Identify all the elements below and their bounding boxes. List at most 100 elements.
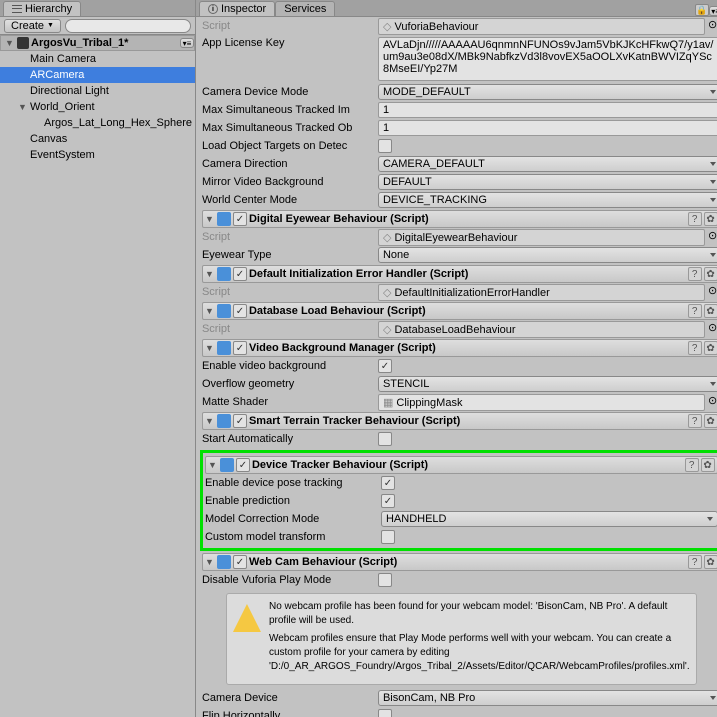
tab-inspector[interactable]: i Inspector: [199, 1, 275, 16]
tree-item-arcamera[interactable]: ARCamera: [0, 67, 195, 83]
tree-item-world-orient[interactable]: ▼ World_Orient: [0, 99, 195, 115]
component-enable-checkbox[interactable]: ✓: [233, 555, 247, 569]
enable-pose-checkbox[interactable]: ✓: [381, 476, 395, 490]
script-icon: [217, 267, 231, 281]
label: Matte Shader: [202, 396, 374, 408]
component-enable-checkbox[interactable]: ✓: [233, 304, 247, 318]
expand-arrow-icon[interactable]: ▼: [5, 38, 15, 48]
gear-icon[interactable]: ✿: [701, 458, 715, 472]
enable-video-bg-checkbox[interactable]: ✓: [378, 359, 392, 373]
script-field: ◇ DatabaseLoadBehaviour: [378, 321, 705, 338]
tab-label: Hierarchy: [25, 3, 72, 15]
hierarchy-panel: Hierarchy Create ▼ ▼ ArgosVu_Tribal_1* ▾…: [0, 0, 196, 717]
component-enable-checkbox[interactable]: ✓: [233, 414, 247, 428]
start-auto-checkbox[interactable]: [378, 432, 392, 446]
help-icon[interactable]: ?: [688, 341, 702, 355]
foldout-arrow-icon[interactable]: ▼: [205, 214, 215, 224]
hierarchy-tree[interactable]: ▼ ArgosVu_Tribal_1* ▾≡ Main Camera ARCam…: [0, 35, 195, 717]
gear-icon[interactable]: ✿: [704, 555, 717, 569]
help-icon[interactable]: ?: [688, 304, 702, 318]
hierarchy-icon: [12, 4, 22, 14]
object-picker-icon[interactable]: ⊙: [705, 284, 717, 301]
help-icon[interactable]: ?: [688, 212, 702, 226]
camera-direction-dropdown[interactable]: CAMERA_DEFAULT: [378, 156, 717, 172]
lock-icon[interactable]: 🔒: [695, 4, 709, 16]
component-header-digital-eyewear[interactable]: ▼ ✓ Digital Eyewear Behaviour (Script) ?…: [202, 210, 717, 228]
foldout-arrow-icon[interactable]: ▼: [208, 460, 218, 470]
component-enable-checkbox[interactable]: ✓: [233, 341, 247, 355]
enable-prediction-checkbox[interactable]: ✓: [381, 494, 395, 508]
script-icon: [217, 555, 231, 569]
matte-shader-field[interactable]: ▦ ClippingMask: [378, 394, 705, 411]
component-header-database-load[interactable]: ▼ ✓ Database Load Behaviour (Script) ? ✿: [202, 302, 717, 320]
label: Enable device pose tracking: [205, 477, 377, 489]
tree-root[interactable]: ▼ ArgosVu_Tribal_1* ▾≡: [0, 35, 195, 51]
foldout-arrow-icon[interactable]: ▼: [205, 306, 215, 316]
device-tracker-highlight: ▼ ✓ Device Tracker Behaviour (Script) ? …: [200, 450, 717, 551]
gear-icon[interactable]: ✿: [704, 414, 717, 428]
eyewear-type-dropdown[interactable]: None: [378, 247, 717, 263]
max-sim-img-input[interactable]: [378, 102, 717, 118]
object-picker-icon[interactable]: ⊙: [705, 229, 717, 246]
hierarchy-tabs: Hierarchy: [0, 0, 195, 17]
disable-vuforia-checkbox[interactable]: [378, 573, 392, 587]
create-button[interactable]: Create ▼: [4, 19, 61, 33]
tab-hierarchy[interactable]: Hierarchy: [3, 1, 81, 16]
component-enable-checkbox[interactable]: ✓: [233, 212, 247, 226]
scene-menu-button[interactable]: ▾≡: [180, 38, 194, 48]
component-header-video-bg[interactable]: ▼ ✓ Video Background Manager (Script) ? …: [202, 339, 717, 357]
component-header-smart-terrain[interactable]: ▼ ✓ Smart Terrain Tracker Behaviour (Scr…: [202, 412, 717, 430]
overflow-geometry-dropdown[interactable]: STENCIL: [378, 376, 717, 392]
script-field: ◇ DigitalEyewearBehaviour: [378, 229, 705, 246]
world-center-dropdown[interactable]: DEVICE_TRACKING: [378, 192, 717, 208]
foldout-arrow-icon[interactable]: ▼: [205, 343, 215, 353]
license-key-input[interactable]: [378, 37, 717, 81]
foldout-arrow-icon[interactable]: ▼: [205, 416, 215, 426]
help-icon[interactable]: ?: [688, 414, 702, 428]
object-picker-icon[interactable]: ⊙: [705, 321, 717, 338]
help-icon[interactable]: ?: [688, 555, 702, 569]
component-header-default-init[interactable]: ▼ ✓ Default Initialization Error Handler…: [202, 265, 717, 283]
foldout-arrow-icon[interactable]: ▼: [205, 557, 215, 567]
model-correction-dropdown[interactable]: HANDHELD: [381, 511, 717, 527]
gear-icon[interactable]: ✿: [704, 267, 717, 281]
tree-item-directional-light[interactable]: Directional Light: [0, 83, 195, 99]
tab-services[interactable]: Services: [275, 1, 335, 16]
panel-menu-button[interactable]: ▾≡: [709, 6, 717, 16]
component-enable-checkbox[interactable]: ✓: [236, 458, 250, 472]
label: App License Key: [202, 37, 374, 49]
component-header-device-tracker[interactable]: ▼ ✓ Device Tracker Behaviour (Script) ? …: [205, 456, 717, 474]
camera-device-dropdown[interactable]: BisonCam, NB Pro: [378, 690, 717, 706]
camera-device-mode-dropdown[interactable]: MODE_DEFAULT: [378, 84, 717, 100]
label: Mirror Video Background: [202, 176, 374, 188]
tree-item-eventsystem[interactable]: EventSystem: [0, 147, 195, 163]
component-header-webcam[interactable]: ▼ ✓ Web Cam Behaviour (Script) ? ✿: [202, 553, 717, 571]
tree-item-argos-sphere[interactable]: Argos_Lat_Long_Hex_Sphere: [0, 115, 195, 131]
gear-icon[interactable]: ✿: [704, 304, 717, 318]
gear-icon[interactable]: ✿: [704, 212, 717, 226]
inspector-panel: i Inspector Services 🔒 ▾≡ Script ◇ Vufor…: [196, 0, 717, 717]
foldout-arrow-icon[interactable]: ▼: [205, 269, 215, 279]
label: Enable prediction: [205, 495, 377, 507]
hierarchy-search-input[interactable]: [65, 19, 191, 33]
script-field: ◇ DefaultInitializationErrorHandler: [378, 284, 705, 301]
label: Disable Vuforia Play Mode: [202, 574, 374, 586]
label: Enable video background: [202, 360, 374, 372]
object-picker-icon[interactable]: ⊙: [705, 18, 717, 35]
hierarchy-toolbar: Create ▼: [0, 17, 195, 35]
component-enable-checkbox[interactable]: ✓: [233, 267, 247, 281]
flip-horizontal-checkbox[interactable]: [378, 709, 392, 717]
mirror-dropdown[interactable]: DEFAULT: [378, 174, 717, 190]
load-obj-checkbox[interactable]: [378, 139, 392, 153]
expand-arrow-icon[interactable]: ▼: [18, 102, 28, 112]
inspector-tabs: i Inspector Services 🔒 ▾≡: [196, 0, 717, 17]
gear-icon[interactable]: ✿: [704, 341, 717, 355]
tree-item-main-camera[interactable]: Main Camera: [0, 51, 195, 67]
help-icon[interactable]: ?: [685, 458, 699, 472]
object-picker-icon[interactable]: ⊙: [705, 394, 717, 411]
custom-model-checkbox[interactable]: [381, 530, 395, 544]
help-icon[interactable]: ?: [688, 267, 702, 281]
tree-item-canvas[interactable]: Canvas: [0, 131, 195, 147]
inspector-body[interactable]: Script ◇ VuforiaBehaviour⊙ App License K…: [196, 17, 717, 717]
max-sim-obj-input[interactable]: [378, 120, 717, 136]
